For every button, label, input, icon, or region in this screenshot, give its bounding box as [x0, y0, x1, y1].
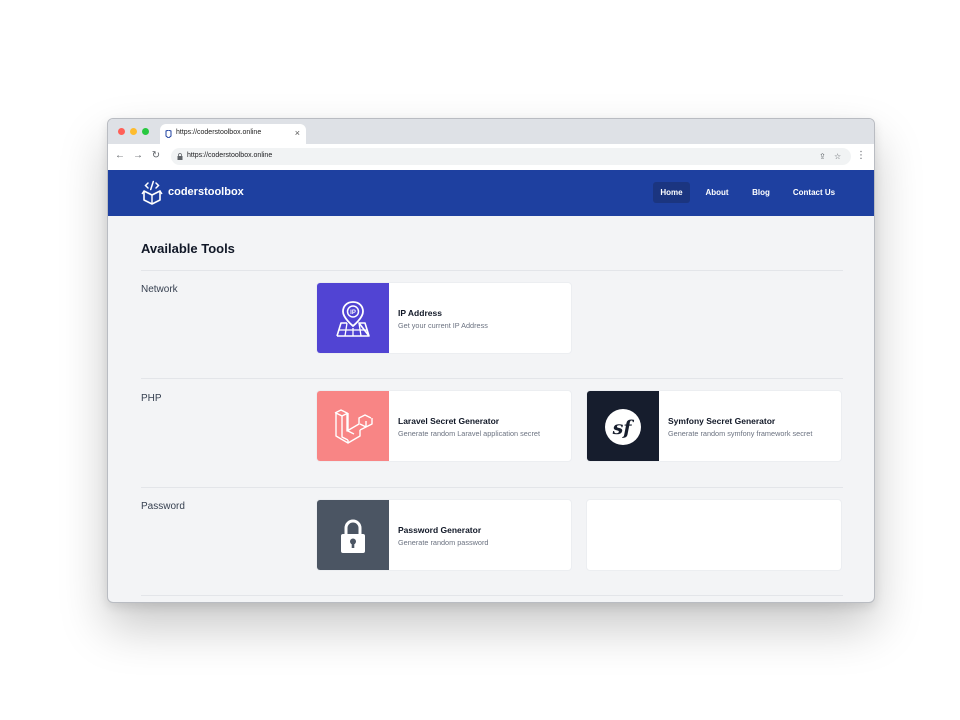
tool-card-password-generator[interactable]: Password Generator Generate random passw… [316, 499, 572, 571]
address-bar[interactable]: https://coderstoolbox.online ⇪ ☆ [171, 148, 851, 165]
browser-toolbar: ← → ↻ https://coderstoolbox.online ⇪ ☆ ⋮ [108, 144, 874, 171]
card-icon-box [317, 391, 389, 461]
ip-location-icon: IP [336, 301, 370, 337]
card-title: Password Generator [398, 525, 482, 535]
symfony-icon: sf [605, 409, 641, 445]
nav-link-about[interactable]: About [700, 182, 734, 203]
nav-link-home[interactable]: Home [653, 182, 690, 203]
share-icon[interactable]: ⇪ [819, 151, 826, 162]
lock-icon [177, 153, 183, 160]
site-logo-text[interactable]: coderstoolbox [168, 186, 244, 198]
minimize-window-button[interactable] [130, 128, 137, 135]
card-title: Laravel Secret Generator [398, 416, 500, 426]
category-label-php: PHP [141, 393, 162, 404]
browser-window: https://coderstoolbox.online × ← → ↻ htt… [107, 118, 875, 603]
favicon-icon [165, 130, 172, 138]
svg-text:IP: IP [350, 310, 356, 316]
toolbox-logo-icon[interactable] [141, 180, 163, 206]
empty-tool-card [586, 499, 842, 571]
card-description: Get your current IP Address [398, 321, 488, 330]
card-title: IP Address [398, 308, 442, 318]
card-icon-box [317, 500, 389, 570]
nav-link-blog[interactable]: Blog [746, 182, 776, 203]
browser-tab[interactable]: https://coderstoolbox.online × [160, 124, 306, 144]
tab-bar: https://coderstoolbox.online × [108, 119, 874, 144]
back-arrow-icon[interactable]: ← [114, 150, 126, 162]
padlock-icon [341, 519, 365, 553]
svg-text:sf: sf [612, 417, 635, 439]
card-icon-box: sf [587, 391, 659, 461]
laravel-icon [334, 409, 373, 444]
divider [141, 270, 843, 271]
card-description: Generate random symfony framework secret [668, 429, 813, 438]
nav-link-contact-us[interactable]: Contact Us [786, 182, 842, 203]
divider [141, 487, 843, 488]
url-text: https://coderstoolbox.online [187, 152, 273, 159]
reload-icon[interactable]: ↻ [150, 150, 162, 162]
card-title: Symfony Secret Generator [668, 416, 776, 426]
card-description: Generate random Laravel application secr… [398, 429, 540, 438]
bookmark-star-icon[interactable]: ☆ [834, 151, 841, 162]
tool-card-laravel-secret[interactable]: Laravel Secret Generator Generate random… [316, 390, 572, 462]
card-icon-box: IP [317, 283, 389, 353]
maximize-window-button[interactable] [142, 128, 149, 135]
divider [141, 378, 843, 379]
page-title: Available Tools [141, 241, 235, 256]
close-window-button[interactable] [118, 128, 125, 135]
forward-arrow-icon[interactable]: → [132, 150, 144, 162]
divider [141, 595, 843, 596]
main-content: Available Tools Network IP IP Address Ge… [108, 216, 874, 602]
card-description: Generate random password [398, 538, 489, 547]
tab-title: https://coderstoolbox.online [176, 129, 262, 136]
tab-close-icon[interactable]: × [295, 127, 300, 139]
site-navbar: coderstoolbox Home About Blog Contact Us [108, 170, 874, 216]
tool-card-symfony-secret[interactable]: sf Symfony Secret Generator Generate ran… [586, 390, 842, 462]
category-label-network: Network [141, 284, 178, 295]
category-label-password: Password [141, 501, 185, 512]
browser-menu-icon[interactable]: ⋮ [856, 150, 866, 162]
tool-card-ip-address[interactable]: IP IP Address Get your current IP Addres… [316, 282, 572, 354]
